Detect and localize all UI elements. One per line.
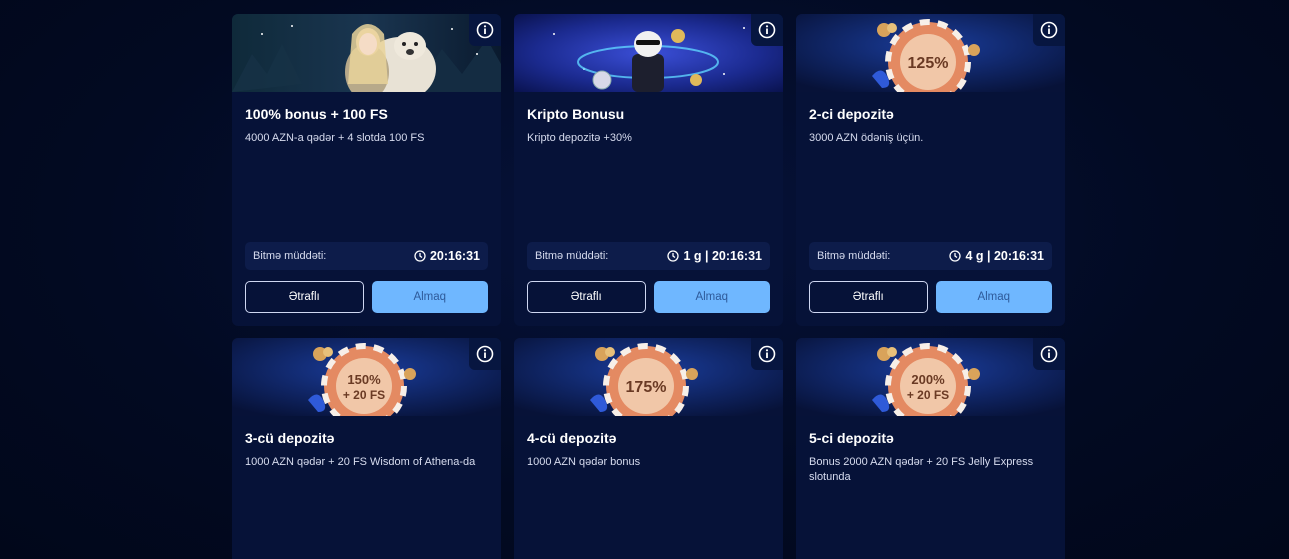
- expiry-time: 1 g | 20:16:31: [667, 249, 762, 263]
- bonus-title: 3-cü depozitə: [245, 430, 335, 446]
- chip-text: 200%: [911, 372, 945, 387]
- bonus-title: Kripto Bonusu: [527, 106, 625, 122]
- info-button[interactable]: [1033, 338, 1065, 370]
- bonus-title: 2-ci depozitə: [809, 106, 894, 122]
- bonus-card: 125% 2-ci depozitə 3000 AZN ödəniş üçün.…: [796, 14, 1065, 326]
- info-button[interactable]: [469, 14, 501, 46]
- bonus-description: 1000 AZN qədər + 20 FS Wisdom of Athena-…: [245, 456, 476, 468]
- card-actions: Ətraflı Almaq: [245, 281, 488, 313]
- chip-text: + 20 FS: [343, 388, 385, 402]
- bonus-description: 4000 AZN-a qədər + 4 slotda 100 FS: [245, 132, 425, 144]
- expiry-label: Bitmə müddəti:: [817, 250, 891, 262]
- expiry-time-value: 4 g | 20:16:31: [965, 249, 1044, 263]
- expiry-time-value: 20:16:31: [429, 249, 480, 263]
- bonus-card: 175% 4-cü depozitə 1000 AZN qədər bonus: [514, 338, 783, 559]
- expiry-bar: Bitmə müddəti: 1 g | 20:16:31: [527, 242, 770, 270]
- bonus-grid: 100% bonus + 100 FS 4000 AZN-a qədər + 4…: [232, 14, 1065, 559]
- info-icon: [476, 345, 494, 363]
- info-button[interactable]: [469, 338, 501, 370]
- bonus-card: Kripto Bonusu Kripto depozitə +30% Bitmə…: [514, 14, 783, 326]
- chip-text: 175%: [626, 379, 667, 396]
- info-icon: [1040, 345, 1058, 363]
- clock-icon: [949, 250, 962, 262]
- clock-icon: [414, 250, 426, 262]
- more-info-button[interactable]: Ətraflı: [527, 281, 646, 313]
- info-button[interactable]: [751, 338, 783, 370]
- clock-icon: [667, 250, 680, 262]
- bonus-card: 100% bonus + 100 FS 4000 AZN-a qədər + 4…: [232, 14, 501, 326]
- bonus-banner-image: 125%: [796, 14, 1065, 92]
- bonus-card: 150% + 20 FS 3-cü depozitə 1000 AZN qədə…: [232, 338, 501, 559]
- bonus-banner-image: 150% + 20 FS: [232, 338, 501, 416]
- info-button[interactable]: [1033, 14, 1065, 46]
- info-icon: [758, 345, 776, 363]
- bonus-description: 1000 AZN qədər bonus: [527, 456, 641, 468]
- bonus-title: 4-cü depozitə: [527, 430, 617, 446]
- bonus-description: Bonus 2000 AZN qədər + 20 FS Jelly Expre…: [809, 456, 1034, 483]
- bonus-title: 5-ci depozitə: [809, 430, 894, 446]
- bonus-card: 200% + 20 FS 5-ci depozitə Bonus 2000 AZ…: [796, 338, 1065, 559]
- more-info-button[interactable]: Ətraflı: [245, 281, 364, 313]
- claim-button[interactable]: Almaq: [653, 281, 770, 313]
- bonus-banner-image: [232, 14, 501, 92]
- more-info-button[interactable]: Ətraflı: [809, 281, 928, 313]
- bonus-description: Kripto depozitə +30%: [527, 132, 632, 144]
- expiry-label: Bitmə müddəti:: [535, 250, 609, 262]
- chip-text: 125%: [908, 55, 949, 72]
- expiry-time: 4 g | 20:16:31: [949, 249, 1044, 263]
- claim-button[interactable]: Almaq: [371, 281, 488, 313]
- chip-text: + 20 FS: [907, 388, 949, 402]
- card-actions: Ətraflı Almaq: [809, 281, 1052, 313]
- info-icon: [476, 21, 494, 39]
- info-icon: [1040, 21, 1058, 39]
- claim-button[interactable]: Almaq: [935, 281, 1052, 313]
- expiry-bar: Bitmə müddəti: 4 g | 20:16:31: [809, 242, 1052, 270]
- chip-text: 150%: [347, 372, 381, 387]
- expiry-time-value: 1 g | 20:16:31: [683, 249, 762, 263]
- info-button[interactable]: [751, 14, 783, 46]
- bonus-banner-image: 175%: [514, 338, 783, 416]
- expiry-bar: Bitmə müddəti: 20:16:31: [245, 242, 488, 270]
- bonus-banner-image: 200% + 20 FS: [796, 338, 1065, 416]
- expiry-time: 20:16:31: [414, 249, 480, 263]
- bonus-title: 100% bonus + 100 FS: [245, 106, 388, 122]
- expiry-label: Bitmə müddəti:: [253, 250, 327, 262]
- bonus-description: 3000 AZN ödəniş üçün.: [809, 132, 924, 144]
- card-actions: Ətraflı Almaq: [527, 281, 770, 313]
- bonus-banner-image: [514, 14, 783, 92]
- info-icon: [758, 21, 776, 39]
